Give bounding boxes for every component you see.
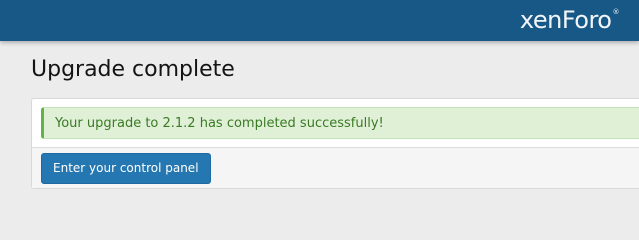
enter-control-panel-button[interactable]: Enter your control panel: [41, 153, 211, 184]
success-message-text: Your upgrade to 2.1.2 has completed succ…: [55, 116, 384, 131]
page-title: Upgrade complete: [31, 57, 235, 82]
logo-text: xenForo: [519, 6, 612, 34]
registered-mark: ®: [612, 8, 620, 16]
upgrade-result-block: Your upgrade to 2.1.2 has completed succ…: [31, 98, 639, 189]
form-footer: Enter your control panel: [32, 147, 639, 188]
success-message: Your upgrade to 2.1.2 has completed succ…: [41, 107, 639, 139]
top-header: xenForo®: [0, 0, 639, 41]
xenforo-logo[interactable]: xenForo®: [519, 5, 620, 35]
